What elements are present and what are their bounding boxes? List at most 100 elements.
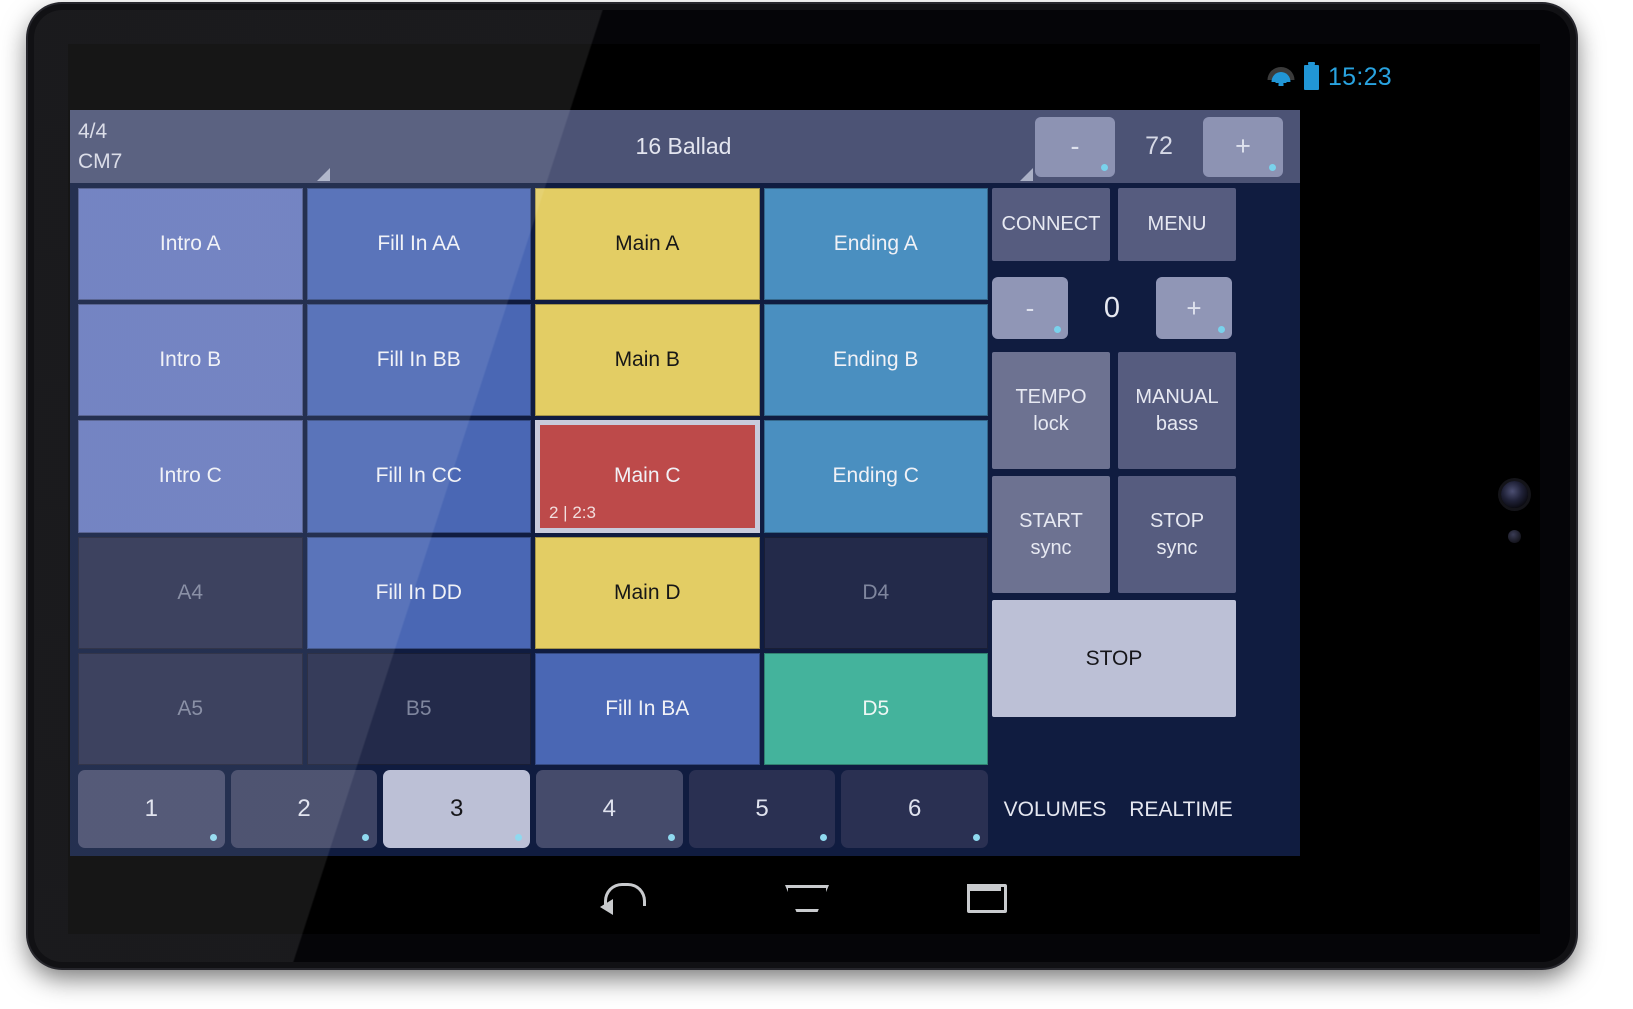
grid-cell-label: D5 xyxy=(862,696,890,720)
variation-button-label: 4 xyxy=(602,795,616,822)
grid-cell[interactable]: Fill In DD xyxy=(306,536,531,649)
time-signature-label: 4/4 xyxy=(78,120,108,143)
transpose-increase-button[interactable]: + xyxy=(1156,277,1232,339)
tempo-increase-button[interactable]: + xyxy=(1203,116,1283,177)
variation-button-label: 5 xyxy=(755,795,769,822)
variation-button[interactable]: 6 xyxy=(841,770,988,848)
variation-button-label: 6 xyxy=(907,795,922,822)
stop-button[interactable]: STOP xyxy=(992,600,1236,717)
transpose-minus-label: - xyxy=(1025,292,1035,323)
tempo-decrease-button[interactable]: - xyxy=(1035,116,1115,177)
connect-button[interactable]: CONNECT xyxy=(992,188,1110,261)
grid-cell[interactable]: Ending B xyxy=(763,304,988,417)
variation-button[interactable]: 1 xyxy=(78,770,225,848)
transpose-value: 0 xyxy=(1103,291,1121,324)
grid-cell[interactable]: Main C 2 | 2:3 xyxy=(535,420,760,533)
tempo-lock-button[interactable]: TEMPO lock xyxy=(992,352,1110,469)
grid-cell[interactable]: Main A xyxy=(535,188,760,301)
stop-sync-button[interactable]: STOP sync xyxy=(1118,476,1236,593)
variation-indicator-dot xyxy=(667,834,675,841)
grid-cell-label: Fill In BB xyxy=(376,348,461,372)
manual-bass-line2: bass xyxy=(1155,412,1199,435)
style-name-display[interactable]: 16 Ballad xyxy=(332,110,1035,183)
grid-cell-label: Fill In AA xyxy=(377,232,461,256)
device-screen: 15:23 4/4 CM7 16 Ballad - 72 + Intro A F… xyxy=(68,44,1540,934)
realtime-button[interactable]: REALTIME xyxy=(1118,792,1244,828)
home-icon[interactable] xyxy=(778,875,830,915)
grid-cell-label: Intro A xyxy=(159,232,221,256)
menu-label: MENU xyxy=(1147,213,1207,235)
start-sync-button[interactable]: START sync xyxy=(992,476,1110,593)
variation-indicator-dot xyxy=(515,834,522,841)
grid-cell[interactable]: Ending A xyxy=(763,188,988,301)
grid-cell[interactable]: Main D xyxy=(535,536,760,649)
tablet-device: 15:23 4/4 CM7 16 Ballad - 72 + Intro A F… xyxy=(28,4,1576,968)
grid-cell-label: Main A xyxy=(615,232,680,256)
wifi-icon xyxy=(1267,67,1295,87)
tempo-minus-indicator-dot xyxy=(1101,163,1108,171)
volumes-button[interactable]: VOLUMES xyxy=(992,792,1118,828)
grid-cell[interactable]: Fill In CC xyxy=(306,420,531,533)
transpose-minus-indicator-dot xyxy=(1054,326,1061,333)
variation-button[interactable]: 3 xyxy=(383,770,530,848)
stop-sync-line1: STOP xyxy=(1149,509,1205,532)
transpose-decrease-button[interactable]: - xyxy=(992,277,1068,339)
back-icon[interactable] xyxy=(598,875,650,915)
volumes-label: VOLUMES xyxy=(1003,798,1107,821)
transpose-control: - 0 + xyxy=(992,273,1236,343)
grid-cell[interactable]: A4 xyxy=(78,536,303,649)
control-panel: CONNECT MENU - 0 + TEMPO lock MANUAL bas… xyxy=(992,188,1292,765)
grid-cell[interactable]: Ending C xyxy=(763,420,988,533)
grid-cell[interactable]: B5 xyxy=(306,652,531,765)
grid-cell-label: A5 xyxy=(177,696,204,720)
variation-button-label: 3 xyxy=(449,795,464,822)
recents-icon[interactable] xyxy=(958,875,1010,915)
tablet-bezel: 15:23 4/4 CM7 16 Ballad - 72 + Intro A F… xyxy=(34,10,1570,962)
tempo-minus-label: - xyxy=(1070,131,1080,161)
transpose-plus-indicator-dot xyxy=(1218,326,1225,333)
manual-bass-line1: MANUAL xyxy=(1135,385,1219,408)
grid-cell-label: Main C xyxy=(613,464,681,488)
grid-cell-label: Fill In DD xyxy=(375,580,462,604)
grid-cell[interactable]: Intro B xyxy=(78,304,303,417)
style-name-label: 16 Ballad xyxy=(635,133,732,159)
variation-indicator-dot xyxy=(362,834,370,841)
grid-cell-label: Fill In BA xyxy=(605,696,690,720)
realtime-label: REALTIME xyxy=(1129,798,1233,821)
stop-label: STOP xyxy=(1085,647,1143,670)
battery-icon xyxy=(1303,61,1319,90)
grid-cell-label: Ending C xyxy=(832,464,919,488)
tempo-plus-label: + xyxy=(1235,131,1251,161)
android-nav-bar xyxy=(68,856,1540,934)
grid-cell[interactable]: A5 xyxy=(78,652,303,765)
grid-cell-label: Main D xyxy=(613,580,681,604)
variation-indicator-dot xyxy=(973,834,980,841)
grid-cell-label: A4 xyxy=(177,580,204,604)
grid-cell-label: D4 xyxy=(862,580,890,604)
grid-cell[interactable]: D5 xyxy=(763,652,988,765)
variation-button[interactable]: 4 xyxy=(536,770,683,848)
stop-sync-line2: sync xyxy=(1156,536,1198,559)
start-sync-line1: START xyxy=(1019,509,1083,532)
grid-cell[interactable]: Fill In BB xyxy=(306,304,531,417)
grid-cell[interactable]: D4 xyxy=(763,536,988,649)
grid-cell[interactable]: Intro A xyxy=(78,188,303,301)
grid-cell-label: Fill In CC xyxy=(375,464,462,488)
style-resize-handle-icon[interactable] xyxy=(1020,168,1033,181)
grid-cell-label: Main B xyxy=(614,348,680,372)
variation-button[interactable]: 2 xyxy=(230,770,378,848)
chord-display[interactable]: 4/4 CM7 xyxy=(70,110,332,183)
variation-strip: 1 2 3 4 5 6 xyxy=(78,770,988,848)
variation-button[interactable]: 5 xyxy=(688,770,836,848)
tempo-control: - 72 + xyxy=(1035,110,1300,183)
grid-cell-position-indicator: 2 | 2:3 xyxy=(549,502,596,522)
tempo-lock-line2: lock xyxy=(1033,412,1069,435)
manual-bass-button[interactable]: MANUAL bass xyxy=(1118,352,1236,469)
tempo-plus-indicator-dot xyxy=(1269,163,1276,171)
menu-button[interactable]: MENU xyxy=(1118,188,1236,261)
grid-cell[interactable]: Fill In BA xyxy=(535,652,760,765)
grid-cell[interactable]: Main B xyxy=(535,304,760,417)
resize-handle-icon[interactable] xyxy=(317,168,330,181)
grid-cell[interactable]: Intro C xyxy=(78,420,303,533)
grid-cell[interactable]: Fill In AA xyxy=(306,188,531,301)
